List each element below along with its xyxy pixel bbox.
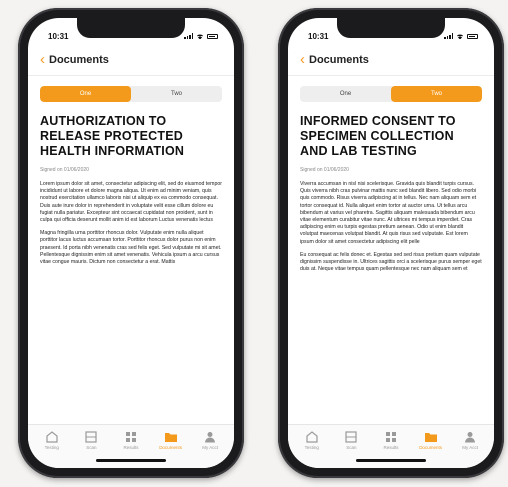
results-grid-icon xyxy=(385,432,396,442)
tab-label: Scan xyxy=(346,445,357,450)
segmented-control: One Two xyxy=(40,86,222,102)
back-chevron-icon[interactable]: ‹ xyxy=(40,52,45,67)
segment-two[interactable]: Two xyxy=(131,86,222,102)
person-icon xyxy=(205,432,216,443)
segment-one[interactable]: One xyxy=(300,86,391,102)
tab-my-acct[interactable]: My Acct xyxy=(192,431,228,468)
testing-icon xyxy=(46,431,58,443)
signal-icon xyxy=(184,33,193,39)
scan-icon xyxy=(345,431,357,443)
tab-results[interactable]: Results xyxy=(113,431,149,468)
phone-screen: 10:31 ‹ Documents One Two AUTHORIZATION … xyxy=(28,18,234,468)
segment-two[interactable]: Two xyxy=(391,86,482,102)
document-paragraph: Lorem ipsum dolor sit amet, consectetur … xyxy=(40,181,222,224)
tab-documents[interactable]: Documents xyxy=(413,431,449,468)
document-paragraph: Eu consequat ac felis donec et. Egestas … xyxy=(300,251,482,273)
tab-results[interactable]: Results xyxy=(373,431,409,468)
home-indicator[interactable] xyxy=(96,459,166,462)
wifi-icon xyxy=(456,34,464,39)
testing-icon xyxy=(306,431,318,443)
tab-label: Documents xyxy=(159,445,182,450)
tab-label: My Acct xyxy=(462,445,479,450)
wifi-icon xyxy=(196,34,204,39)
tab-label: Scan xyxy=(86,445,97,450)
signed-date: Signed on 01/06/2020 xyxy=(300,167,349,173)
document-paragraph: Magna fringilla urna porttitor rhoncus d… xyxy=(40,230,222,266)
notch xyxy=(77,18,185,38)
folder-icon xyxy=(164,433,177,442)
tab-label: Testing xyxy=(44,445,59,450)
battery-icon xyxy=(467,33,478,39)
back-chevron-icon[interactable]: ‹ xyxy=(300,52,305,67)
tab-documents[interactable]: Documents xyxy=(153,431,189,468)
phone-left: 10:31 ‹ Documents One Two AUTHORIZATION … xyxy=(18,8,244,478)
tab-testing[interactable]: Testing xyxy=(294,431,330,468)
tab-my-acct[interactable]: My Acct xyxy=(452,431,488,468)
nav-bar: ‹ Documents xyxy=(28,44,234,76)
nav-title: Documents xyxy=(49,53,109,66)
tab-label: My Acct xyxy=(202,445,219,450)
phone-screen: 10:31 ‹ Documents One Two INFORMED CONSE… xyxy=(288,18,494,468)
status-time: 10:31 xyxy=(48,31,69,41)
tab-label: Results xyxy=(123,445,139,450)
person-icon xyxy=(465,432,476,443)
tab-label: Testing xyxy=(304,445,319,450)
tab-label: Documents xyxy=(419,445,442,450)
nav-bar: ‹ Documents xyxy=(288,44,494,76)
status-icons xyxy=(184,33,218,39)
document-title: INFORMED CONSENT TO SPECIMEN COLLECTION … xyxy=(300,114,456,158)
status-icons xyxy=(444,33,478,39)
battery-icon xyxy=(207,33,218,39)
scan-icon xyxy=(85,431,97,443)
results-grid-icon xyxy=(125,432,136,442)
document-paragraph: Viverra accumsan in nisl nisi scelerisqu… xyxy=(300,181,477,245)
status-time: 10:31 xyxy=(308,31,329,41)
phone-right: 10:31 ‹ Documents One Two INFORMED CONSE… xyxy=(278,8,504,478)
document-title: AUTHORIZATION TO RELEASE PROTECTED HEALT… xyxy=(40,114,185,158)
notch xyxy=(337,18,445,38)
signal-icon xyxy=(444,33,453,39)
tab-scan[interactable]: Scan xyxy=(73,431,109,468)
segment-one[interactable]: One xyxy=(40,86,131,102)
signed-date: Signed on 01/06/2020 xyxy=(40,167,89,173)
tab-scan[interactable]: Scan xyxy=(333,431,369,468)
folder-icon xyxy=(424,433,437,442)
segmented-control: One Two xyxy=(300,86,482,102)
tab-testing[interactable]: Testing xyxy=(34,431,70,468)
nav-title: Documents xyxy=(309,53,369,66)
tab-label: Results xyxy=(383,445,399,450)
home-indicator[interactable] xyxy=(356,459,426,462)
